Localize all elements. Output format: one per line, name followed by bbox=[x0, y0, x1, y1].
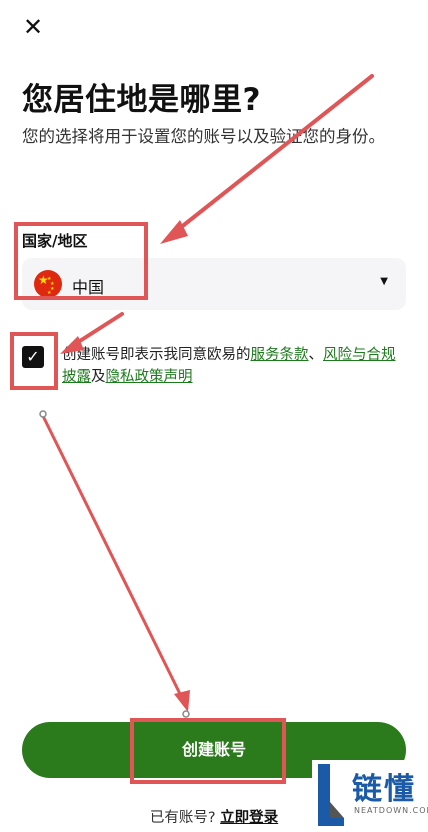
privacy-link[interactable]: 隐私政策声明 bbox=[106, 369, 193, 385]
annotation-box-checkbox bbox=[10, 332, 58, 390]
close-icon[interactable]: ✕ bbox=[22, 15, 44, 39]
login-link[interactable]: 立即登录 bbox=[220, 810, 278, 826]
consent-text: 创建账号即表示我同意欧易的服务条款、风险与合规披露及隐私政策声明 bbox=[62, 344, 402, 388]
consent-sep2: 及 bbox=[91, 369, 106, 385]
chevron-down-icon: ▼ bbox=[380, 276, 388, 287]
terms-link[interactable]: 服务条款 bbox=[251, 347, 309, 363]
watermark-domain: NEATDOWN.COM bbox=[354, 806, 428, 815]
page-title: 您居住地是哪里? bbox=[22, 82, 261, 118]
page-subtitle: 您的选择将用于设置您的账号以及验证您的身份。 bbox=[22, 127, 385, 146]
watermark: 链懂 NEATDOWN.COM bbox=[312, 760, 428, 832]
watermark-brand: 链懂 bbox=[352, 772, 416, 807]
watermark-logo-icon bbox=[318, 764, 344, 826]
consent-sep1: 、 bbox=[308, 347, 324, 363]
login-prompt: 已有账号? bbox=[149, 810, 216, 826]
annotation-box-country bbox=[14, 222, 148, 300]
annotation-box-button bbox=[130, 718, 286, 784]
consent-prefix: 创建账号即表示我同意欧易的 bbox=[62, 347, 251, 363]
